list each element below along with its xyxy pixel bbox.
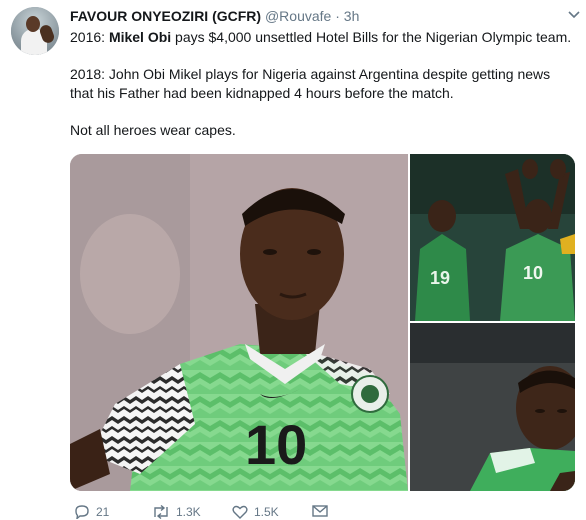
- tweet-line-2b: that his Father had been kidnapped 4 hou…: [70, 85, 454, 101]
- like-button[interactable]: 1.5K: [232, 505, 279, 519]
- envelope-icon: [312, 505, 328, 517]
- heart-icon: [232, 505, 248, 519]
- separator-dot: ·: [335, 8, 340, 24]
- media-grid: 10 19 10: [70, 154, 575, 491]
- tweet-header: FAVOUR ONYEOZIRI (GCFR) @Rouvafe · 3h: [70, 7, 359, 25]
- tweet-line-1: 2016: Mikel Obi pays $4,000 unsettled Ho…: [70, 29, 572, 45]
- svg-text:19: 19: [430, 268, 450, 288]
- retweet-button[interactable]: 1.3K: [152, 505, 201, 519]
- tweet-actions: 21 1.3K 1.5K: [70, 500, 370, 520]
- direct-message-button[interactable]: [312, 505, 328, 517]
- photo-bottom-right[interactable]: [410, 323, 575, 491]
- author-handle[interactable]: @Rouvafe: [265, 8, 331, 24]
- retweet-count: 1.3K: [176, 505, 201, 519]
- tweet-line-2a: 2018: John Obi Mikel plays for Nigeria a…: [70, 66, 551, 82]
- tweet-line-3: Not all heroes wear capes.: [70, 122, 236, 138]
- tweet-text: 2016: Mikel Obi pays $4,000 unsettled Ho…: [70, 28, 580, 140]
- timestamp[interactable]: 3h: [344, 8, 360, 24]
- reply-count: 21: [96, 505, 110, 519]
- bold-name: Mikel Obi: [108, 29, 172, 45]
- photo-top-right[interactable]: 19 10: [410, 154, 575, 321]
- author-name[interactable]: FAVOUR ONYEOZIRI (GCFR): [70, 8, 261, 24]
- chevron-down-icon[interactable]: [568, 10, 580, 20]
- reply-button[interactable]: 21: [74, 505, 109, 519]
- retweet-icon: [154, 505, 168, 519]
- photo-main[interactable]: 10: [70, 154, 408, 491]
- like-count: 1.5K: [254, 505, 279, 519]
- avatar[interactable]: [11, 7, 59, 55]
- jersey-number-top-right: 10: [523, 263, 543, 283]
- reply-icon: [75, 505, 89, 519]
- jersey-number-main: 10: [245, 413, 307, 476]
